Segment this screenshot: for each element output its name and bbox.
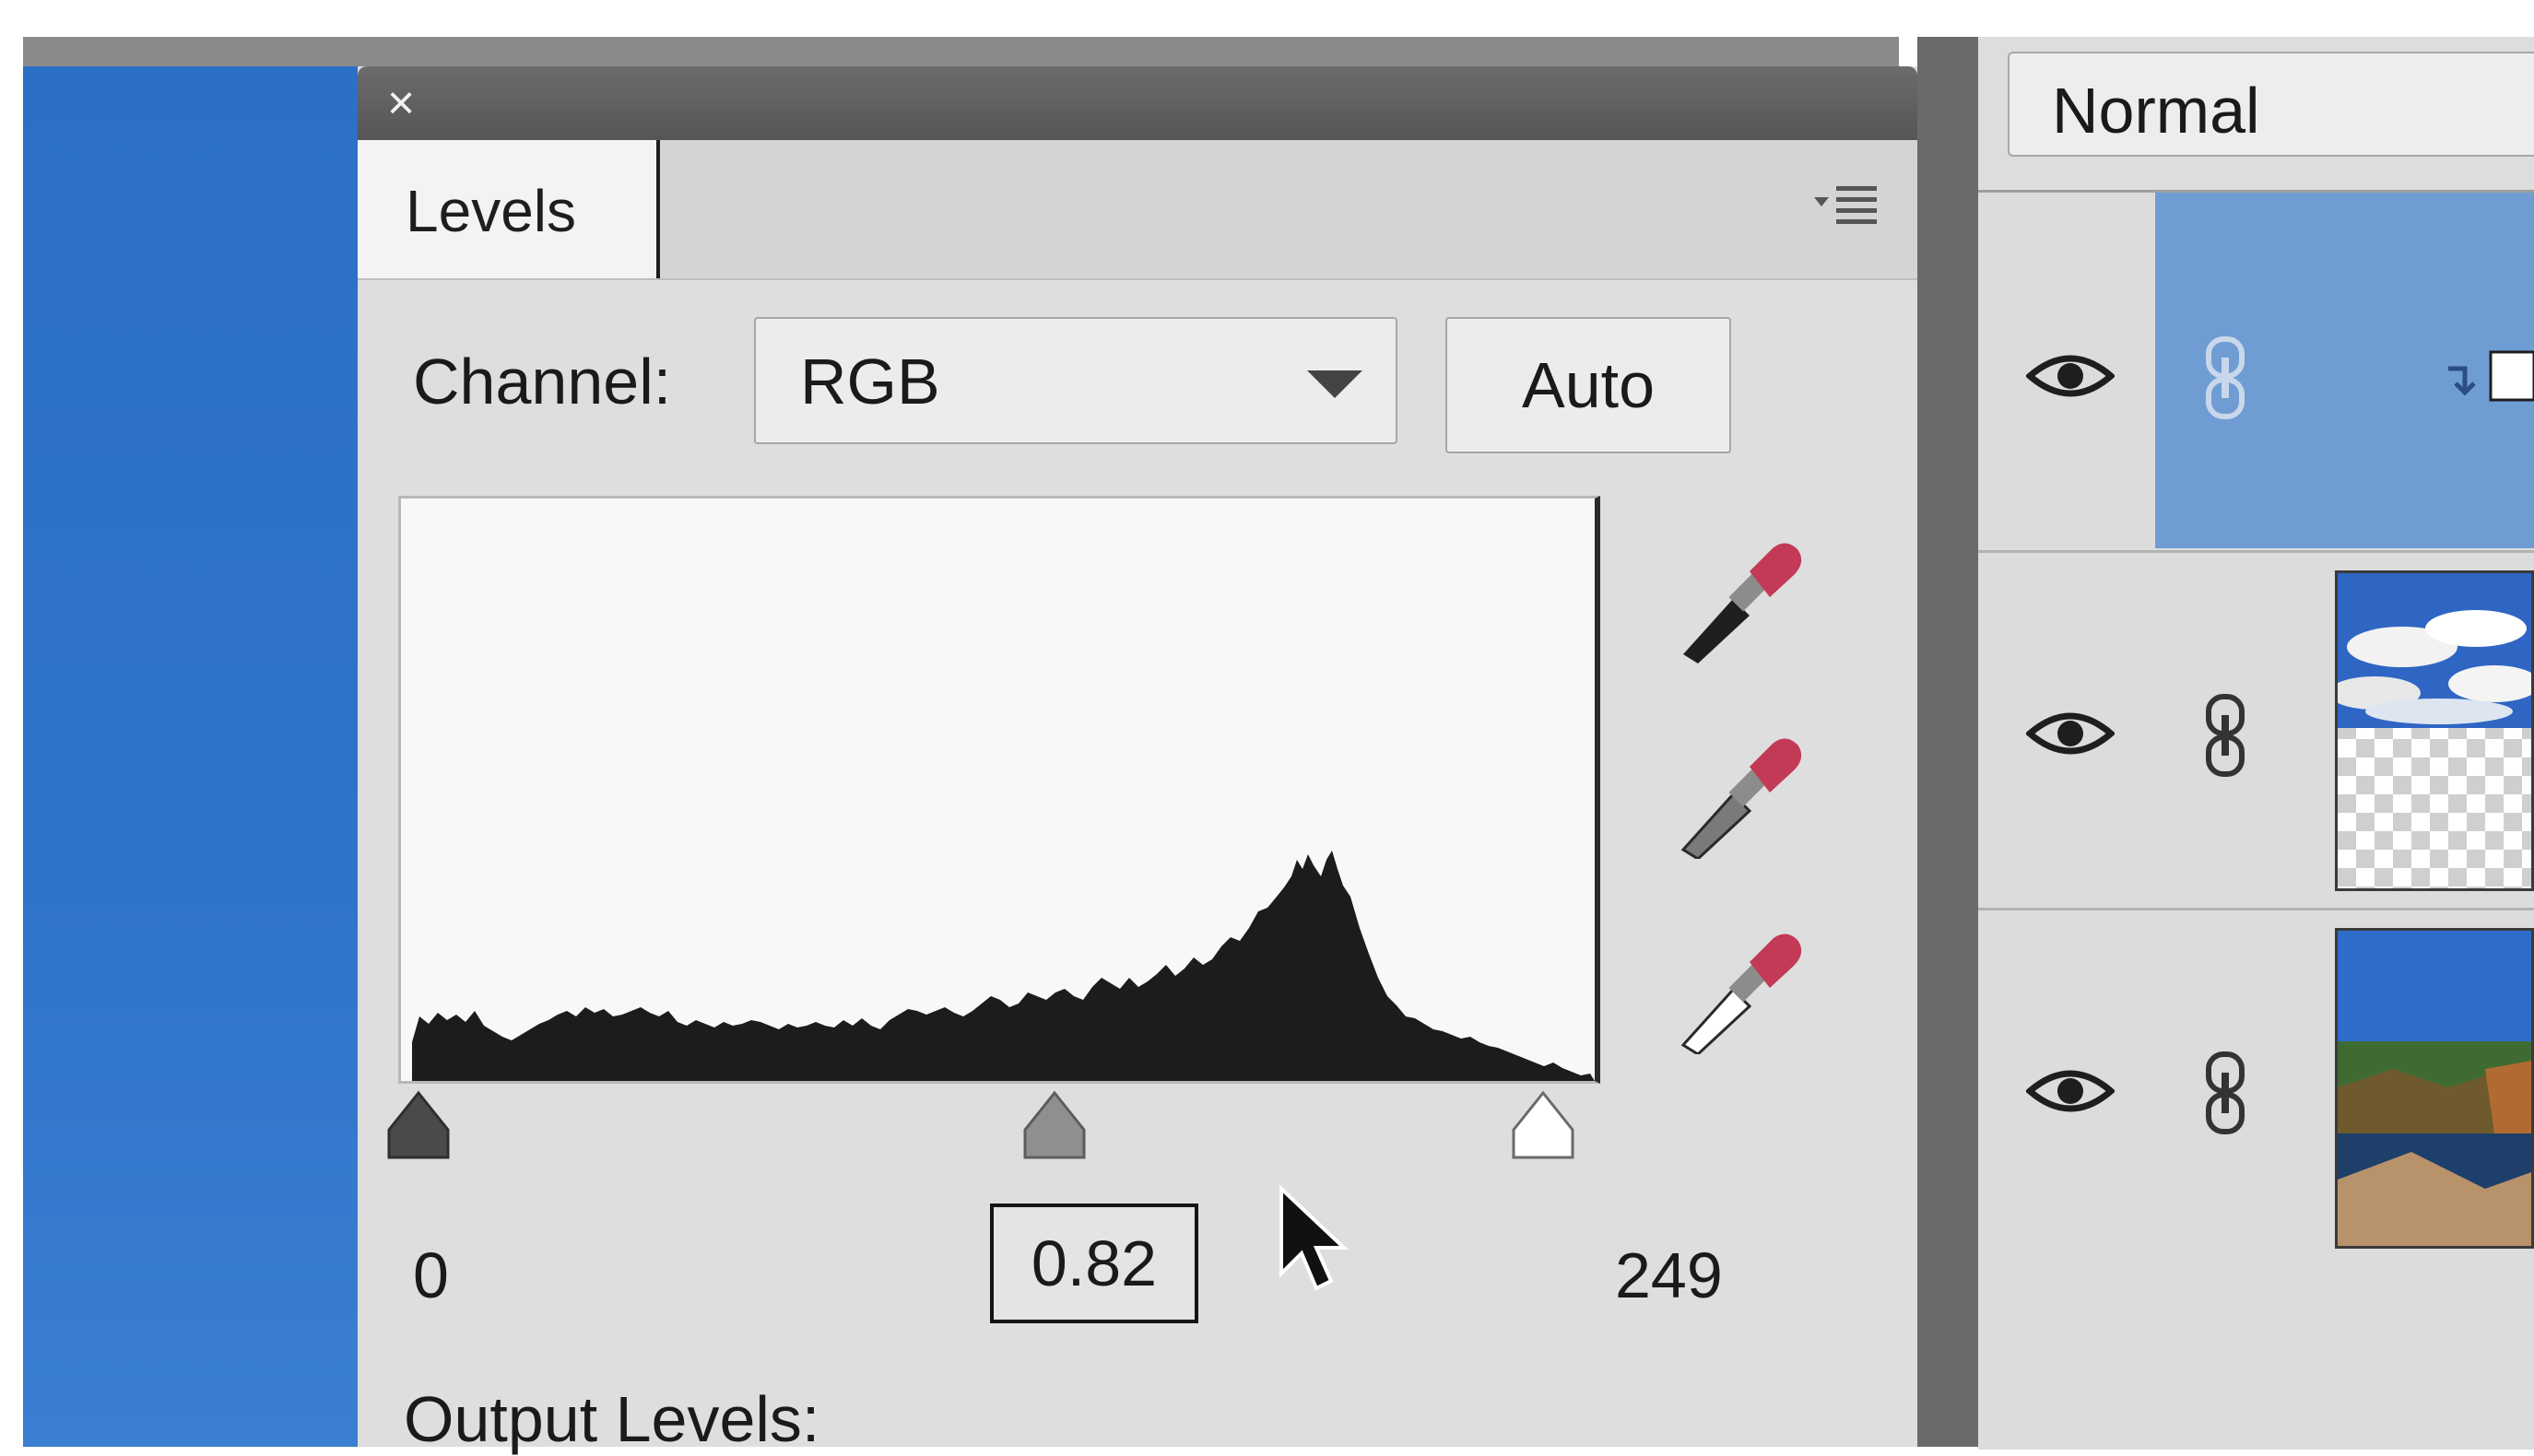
layer-thumbnail-sky[interactable]	[2335, 570, 2534, 891]
eye-icon[interactable]	[2026, 706, 2115, 761]
panel-divider	[1917, 37, 1978, 1447]
output-levels-label: Output Levels:	[404, 1383, 820, 1455]
close-icon[interactable]: ×	[378, 79, 424, 127]
clipping-mask-icon	[2448, 350, 2534, 402]
panel-menu-icon[interactable]	[1812, 181, 1879, 232]
input-white-slider-thumb[interactable]	[1508, 1089, 1578, 1161]
image-canvas[interactable]	[23, 66, 364, 1447]
gray-point-eyedropper-icon[interactable]	[1678, 721, 1807, 859]
input-black-value[interactable]: 0	[413, 1239, 449, 1312]
link-icon[interactable]	[2203, 693, 2247, 778]
layer-thumbnail-landscape[interactable]	[2335, 928, 2534, 1249]
document-frame-top	[23, 37, 1899, 66]
channel-label: Channel:	[413, 346, 672, 417]
auto-button-label: Auto	[1522, 349, 1655, 421]
link-icon[interactable]	[2203, 1051, 2247, 1135]
input-black-slider-thumb[interactable]	[383, 1089, 454, 1161]
input-gamma-field[interactable]: 0.82	[990, 1204, 1198, 1323]
eye-icon[interactable]	[2026, 348, 2115, 404]
input-white-value[interactable]: 249	[1615, 1239, 1723, 1312]
black-point-eyedropper-icon[interactable]	[1678, 525, 1807, 663]
channel-value: RGB	[800, 346, 940, 417]
tab-levels-label: Levels	[406, 178, 576, 244]
white-point-eyedropper-icon[interactable]	[1678, 916, 1807, 1054]
blend-mode-value: Normal	[2052, 75, 2260, 147]
input-gamma-value: 0.82	[1031, 1227, 1158, 1299]
levels-panel-titlebar[interactable]	[358, 66, 1917, 140]
input-gamma-slider-thumb[interactable]	[1019, 1089, 1090, 1161]
link-icon[interactable]	[2203, 335, 2247, 420]
auto-button[interactable]: Auto	[1445, 317, 1731, 453]
eye-icon[interactable]	[2026, 1063, 2115, 1119]
histogram-graph	[412, 851, 1595, 1081]
mouse-pointer-icon	[1279, 1185, 1350, 1291]
chevron-down-icon	[1307, 370, 1362, 398]
histogram-fill	[412, 851, 1595, 1081]
histogram	[398, 496, 1600, 1084]
